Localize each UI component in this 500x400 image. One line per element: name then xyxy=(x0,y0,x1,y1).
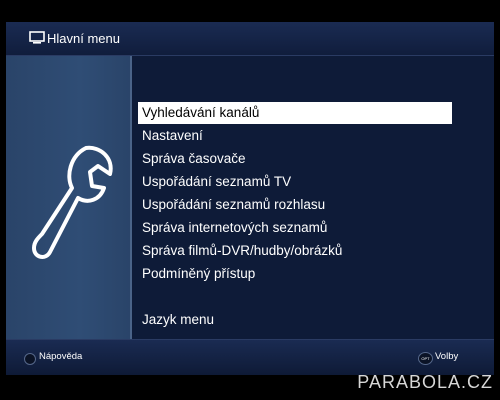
help-button-icon[interactable] xyxy=(24,353,36,365)
tv-screen: Hlavní menu Vyhledávání kanálů Nastavení… xyxy=(6,22,494,375)
options-label: Volby xyxy=(435,351,459,362)
menu-item-internet-lists[interactable]: Správa internetových seznamů xyxy=(138,217,327,239)
menu-item-menu-language[interactable]: Jazyk menu xyxy=(138,309,214,331)
opt-button-icon[interactable]: OPT xyxy=(418,352,433,365)
footer-bar: Nápověda OPT Volby xyxy=(6,339,494,375)
title-bar: Hlavní menu xyxy=(6,22,494,56)
menu-item-tv-lists[interactable]: Uspořádání seznamů TV xyxy=(138,171,291,193)
main-menu: Vyhledávání kanálů Nastavení Správa časo… xyxy=(132,56,494,339)
wrench-icon xyxy=(32,145,113,259)
menu-item-media-management[interactable]: Správa filmů-DVR/hudby/obrázků xyxy=(138,240,342,262)
menu-item-channel-search[interactable]: Vyhledávání kanálů xyxy=(138,102,452,124)
menu-item-radio-lists[interactable]: Uspořádání seznamů rozhlasu xyxy=(138,194,325,216)
help-label: Nápověda xyxy=(39,351,83,362)
tv-icon xyxy=(29,31,45,44)
page-title: Hlavní menu xyxy=(47,31,120,46)
menu-item-settings[interactable]: Nastavení xyxy=(138,125,203,147)
side-panel xyxy=(6,56,132,339)
watermark: PARABOLA.CZ xyxy=(357,372,493,392)
menu-item-conditional-access[interactable]: Podmíněný přístup xyxy=(138,263,255,285)
menu-item-timer-management[interactable]: Správa časovače xyxy=(138,148,246,170)
